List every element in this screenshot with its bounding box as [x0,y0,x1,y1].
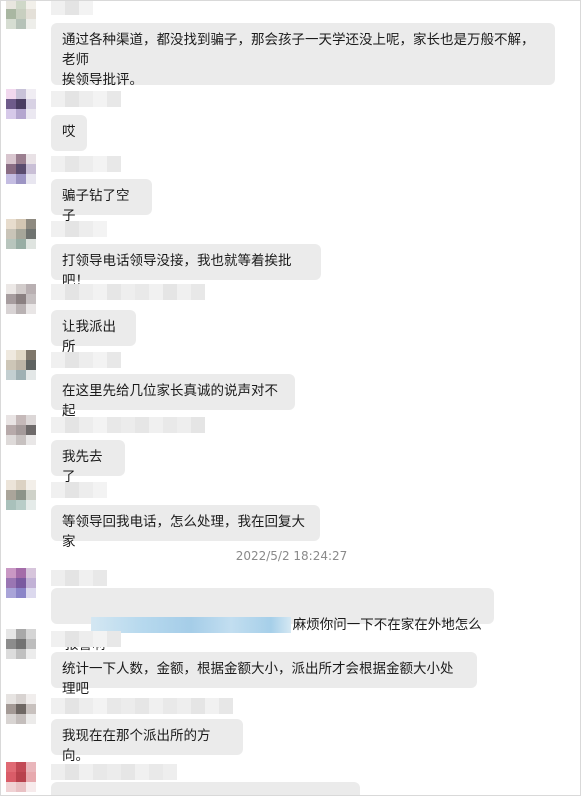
sender-name-blurred [51,482,107,498]
sender-name-blurred [51,352,121,368]
message-bubble[interactable] [51,782,360,795]
message-bubble[interactable]: 打领导电话领导没接，我也就等着挨批吧！ [51,244,321,289]
message-bubble[interactable]: 在这里先给几位家长真诚的说声对不起 [51,374,295,419]
message-bubble[interactable]: 通过各种渠道，都没找到骗子，那会孩子一天学还没上呢，家长也是万般不解，老师 挨领… [51,23,555,88]
avatar[interactable] [6,415,36,445]
message-bubble[interactable]: 哎 [51,115,87,151]
avatar[interactable] [6,89,36,119]
chat-timestamp: 2022/5/2 18:24:27 [235,549,348,563]
avatar[interactable] [6,154,36,184]
sender-name-blurred [51,284,205,300]
avatar[interactable] [6,1,36,29]
avatar[interactable] [6,219,36,249]
message-bubble[interactable]: 等领导回我电话，怎么处理，我在回复大家 [51,505,320,550]
avatar[interactable] [6,694,36,724]
sender-name-blurred [51,91,121,107]
sender-name-blurred [51,570,107,586]
message-bubble[interactable]: 麻烦你问一下不在家在外地怎么报警啊 [51,588,494,653]
sender-name-blurred [51,764,177,780]
sender-name-blurred [51,698,233,714]
sender-name-blurred [51,221,107,237]
sender-name-blurred [51,156,121,172]
sender-name-blurred [51,631,121,647]
message-bubble[interactable]: 让我派出所 [51,310,136,355]
sender-name-blurred [51,417,205,433]
message-bubble[interactable]: 我现在在那个派出所的方向。 [51,719,243,764]
avatar[interactable] [6,480,36,510]
message-bubble[interactable]: 我先去了 [51,440,125,485]
chat-window: 通过各种渠道，都没找到骗子，那会孩子一天学还没上呢，家长也是万般不解，老师 挨领… [0,0,581,796]
avatar[interactable] [6,762,36,792]
avatar[interactable] [6,568,36,598]
message-bubble[interactable]: 统计一下人数，金额，根据金额大小，派出所才会根据金额大小处理吧 [51,652,477,697]
sender-name-blurred [51,1,93,15]
message-bubble[interactable]: 骗子钻了空子 [51,179,152,224]
avatar[interactable] [6,350,36,380]
avatar[interactable] [6,284,36,314]
avatar[interactable] [6,629,36,659]
